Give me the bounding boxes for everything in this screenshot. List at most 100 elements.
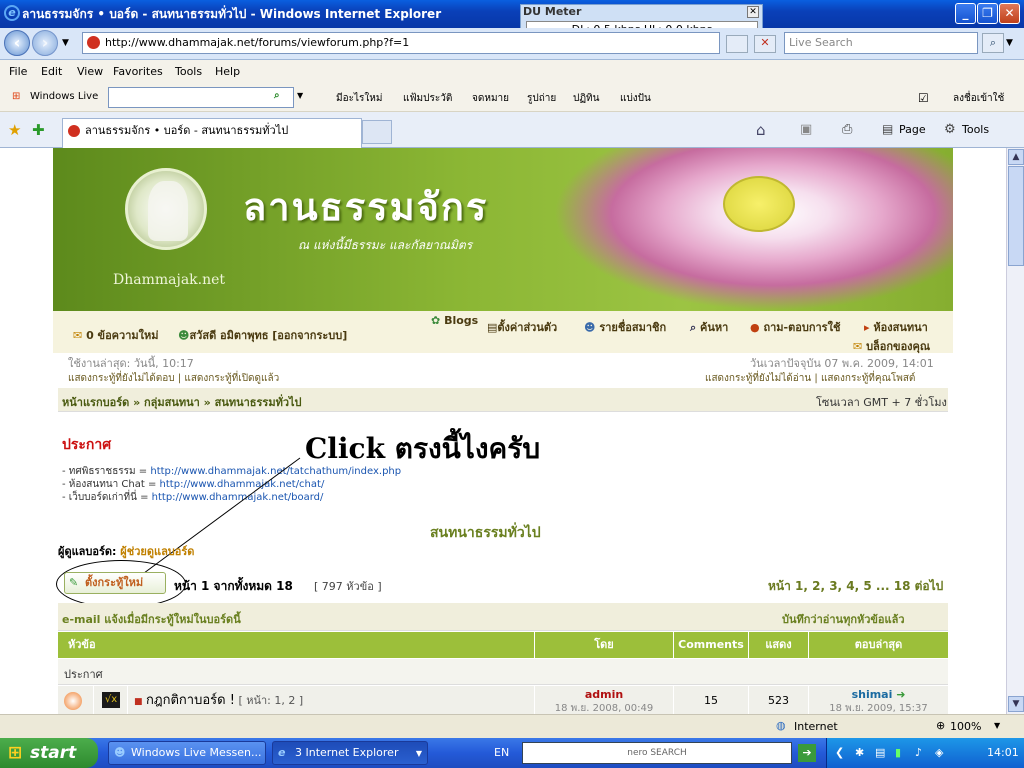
home-icon[interactable]: ⌂ [756, 121, 766, 139]
menu-help[interactable]: Help [215, 65, 240, 78]
du-meter-close-icon[interactable]: ✕ [747, 6, 759, 18]
new-tab-button[interactable] [362, 120, 392, 144]
email-notify-link[interactable]: e-mail แจ้งเมื่อมีกระทู้ใหม่ในบอร์ดนี้ [62, 610, 241, 628]
scroll-thumb[interactable] [1008, 166, 1024, 266]
topic-author[interactable]: admin [535, 688, 673, 701]
taskbar: ⊞ start ☻ Windows Live Messen... e 3 Int… [0, 738, 1024, 768]
clock[interactable]: 14:01 [987, 738, 1019, 768]
close-button[interactable]: ✕ [999, 3, 1020, 24]
topic-pages[interactable]: [ หน้า: 1, 2 ] [238, 694, 303, 707]
moderator-info: ผู้ดูแลบอร์ด: ผู้ช่วยดูแลบอร์ด [58, 542, 194, 560]
refresh-icon[interactable] [726, 35, 748, 53]
ie-task-label: 3 Internet Explorer [295, 746, 399, 759]
scroll-down-icon[interactable]: ▼ [1008, 696, 1024, 712]
status-bar: ◍ Internet ⊕ 100% ▼ [0, 714, 1024, 738]
link-whats-new[interactable]: มีอะไรใหม่ [336, 91, 382, 106]
header-topic: หัวข้อ [58, 632, 535, 658]
address-input[interactable]: http://www.dhammajak.net/forums/viewforu… [82, 32, 720, 54]
nero-search-input[interactable]: nero SEARCH [522, 742, 792, 764]
pencil-icon: ✎ [69, 576, 79, 589]
volume-icon[interactable]: ♪ [915, 738, 922, 768]
new-topic-button[interactable]: ✎ ตั้งกระทู้ใหม่ [64, 572, 166, 594]
language-indicator[interactable]: EN [494, 746, 509, 759]
wl-search-dropdown-icon[interactable]: ▼ [297, 91, 303, 100]
signal-icon[interactable]: ▮ [895, 738, 901, 768]
topic-title[interactable]: กฎกติกาบอร์ด ! [146, 693, 235, 708]
page-info: หน้า 1 จากทั้งหมด 18 [174, 579, 293, 593]
ie-logo-icon: e [4, 5, 20, 21]
search-options-icon[interactable]: ▼ [1006, 38, 1013, 48]
mark-read-link[interactable]: บันทึกว่าอ่านทุกหัวข้อแล้ว [782, 610, 905, 628]
forum-actions-bar: e-mail แจ้งเมื่อมีกระทู้ใหม่ในบอร์ดนี้ บ… [58, 603, 948, 631]
menu-tools[interactable]: Tools [175, 65, 202, 78]
forum-name: สนทนาธรรมทั่วไป [430, 525, 541, 541]
header-last-reply: ตอบล่าสุด [854, 638, 903, 651]
minimize-button[interactable]: _ [955, 3, 976, 24]
menu-view[interactable]: View [77, 65, 103, 78]
du-meter-title: DU Meter [523, 5, 582, 18]
table-row[interactable]: √x ■ กฎกติกาบอร์ด ! [ หน้า: 1, 2 ] admin… [58, 686, 948, 714]
pagination[interactable]: หน้า 1, 2, 3, 4, 5 ... 18 ต่อไป [768, 577, 943, 596]
start-button[interactable]: ⊞ start [0, 738, 98, 768]
page-menu[interactable]: Page [899, 123, 926, 136]
wl-search-icon[interactable]: ⌕ [274, 90, 280, 101]
windows-live-label[interactable]: Windows Live [30, 91, 98, 102]
messenger-label: Windows Live Messen... [131, 746, 262, 759]
start-label: start [30, 743, 77, 763]
forward-button[interactable]: › [32, 30, 58, 56]
history-dropdown-icon[interactable]: ▼ [62, 38, 69, 48]
tray-expand-icon[interactable]: ❮ [835, 738, 844, 768]
link-share[interactable]: แบ่งปัน [620, 91, 651, 106]
feeds-icon[interactable]: ▣ [800, 122, 812, 137]
globe-icon: ◍ [776, 719, 786, 732]
topic-title-cell: ■ กฎกติกาบอร์ด ! [ หน้า: 1, 2 ] [128, 686, 535, 714]
windows-live-search-input[interactable] [108, 87, 294, 108]
topic-attach-icon: ■ [134, 697, 143, 707]
menu-file[interactable]: File [9, 65, 27, 78]
link-calendar[interactable]: ปฏิทิน [573, 91, 600, 106]
print-icon[interactable]: ⎙ [842, 122, 852, 137]
zoom-level[interactable]: 100% [950, 720, 981, 733]
add-favorite-icon[interactable]: ✚ [32, 121, 45, 139]
menu-edit[interactable]: Edit [41, 65, 62, 78]
menu-favorites[interactable]: Favorites [113, 65, 163, 78]
tab-bar: ★ ✚ ลานธรรมจักร • บอร์ด - สนทนาธรรมทั่วไ… [0, 112, 1024, 148]
maximize-button[interactable]: ❐ [977, 3, 998, 24]
last-reply-user[interactable]: shimai ➜ [809, 688, 948, 701]
checkbox-icon[interactable]: ☑ [918, 91, 929, 105]
back-button[interactable]: ‹ [4, 30, 30, 56]
section-label: ประกาศ [64, 668, 103, 681]
search-icon[interactable]: ⌕ [982, 33, 1004, 53]
tab-active[interactable]: ลานธรรมจักร • บอร์ด - สนทนาธรรมทั่วไป [62, 118, 362, 148]
header-author: โดย [535, 632, 674, 658]
link-profile[interactable]: แฟ้มประวัติ [403, 91, 452, 106]
topics-table-header: หัวข้อ โดย Comments แสดง ตอบล่าสุด [58, 632, 948, 658]
signin-link[interactable]: ลงชื่อเข้าใช้ [953, 91, 1004, 106]
announcement-icon [64, 692, 82, 710]
taskbar-ie-button[interactable]: e 3 Internet Explorer ▼ [272, 741, 428, 765]
tools-menu[interactable]: Tools [962, 123, 989, 136]
network-icon[interactable]: ▤ [875, 738, 885, 768]
zoom-dropdown-icon[interactable]: ▼ [994, 721, 1000, 730]
header-views: แสดง [749, 632, 809, 658]
tray-app-icon[interactable]: ◈ [935, 738, 943, 768]
stop-icon[interactable]: ✕ [754, 35, 776, 53]
live-search-input[interactable]: Live Search [784, 32, 978, 54]
favorites-star-icon[interactable]: ★ [8, 121, 21, 139]
nero-go-icon[interactable]: ➔ [798, 744, 816, 762]
new-topic-label: ตั้งกระทู้ใหม่ [85, 576, 144, 589]
vertical-scrollbar[interactable]: ▲ ▼ [1006, 148, 1024, 714]
goto-post-icon[interactable]: ➜ [896, 688, 905, 701]
menu-bar: File Edit View Favorites Tools Help [0, 60, 1024, 84]
windows-flag-icon: ⊞ [12, 91, 21, 102]
topic-status-cell [58, 686, 94, 714]
section-row: ประกาศ [58, 659, 948, 685]
page-icon: ▤ [882, 122, 894, 136]
scroll-up-icon[interactable]: ▲ [1008, 149, 1024, 165]
link-mail[interactable]: จดหมาย [472, 91, 509, 106]
messenger-icon: ☻ [114, 746, 126, 759]
link-photos[interactable]: รูปถ่าย [527, 91, 556, 106]
bluetooth-icon[interactable]: ✱ [855, 738, 864, 768]
moderator-link[interactable]: ผู้ช่วยดูแลบอร์ด [120, 545, 194, 558]
taskbar-messenger-button[interactable]: ☻ Windows Live Messen... [108, 741, 266, 765]
